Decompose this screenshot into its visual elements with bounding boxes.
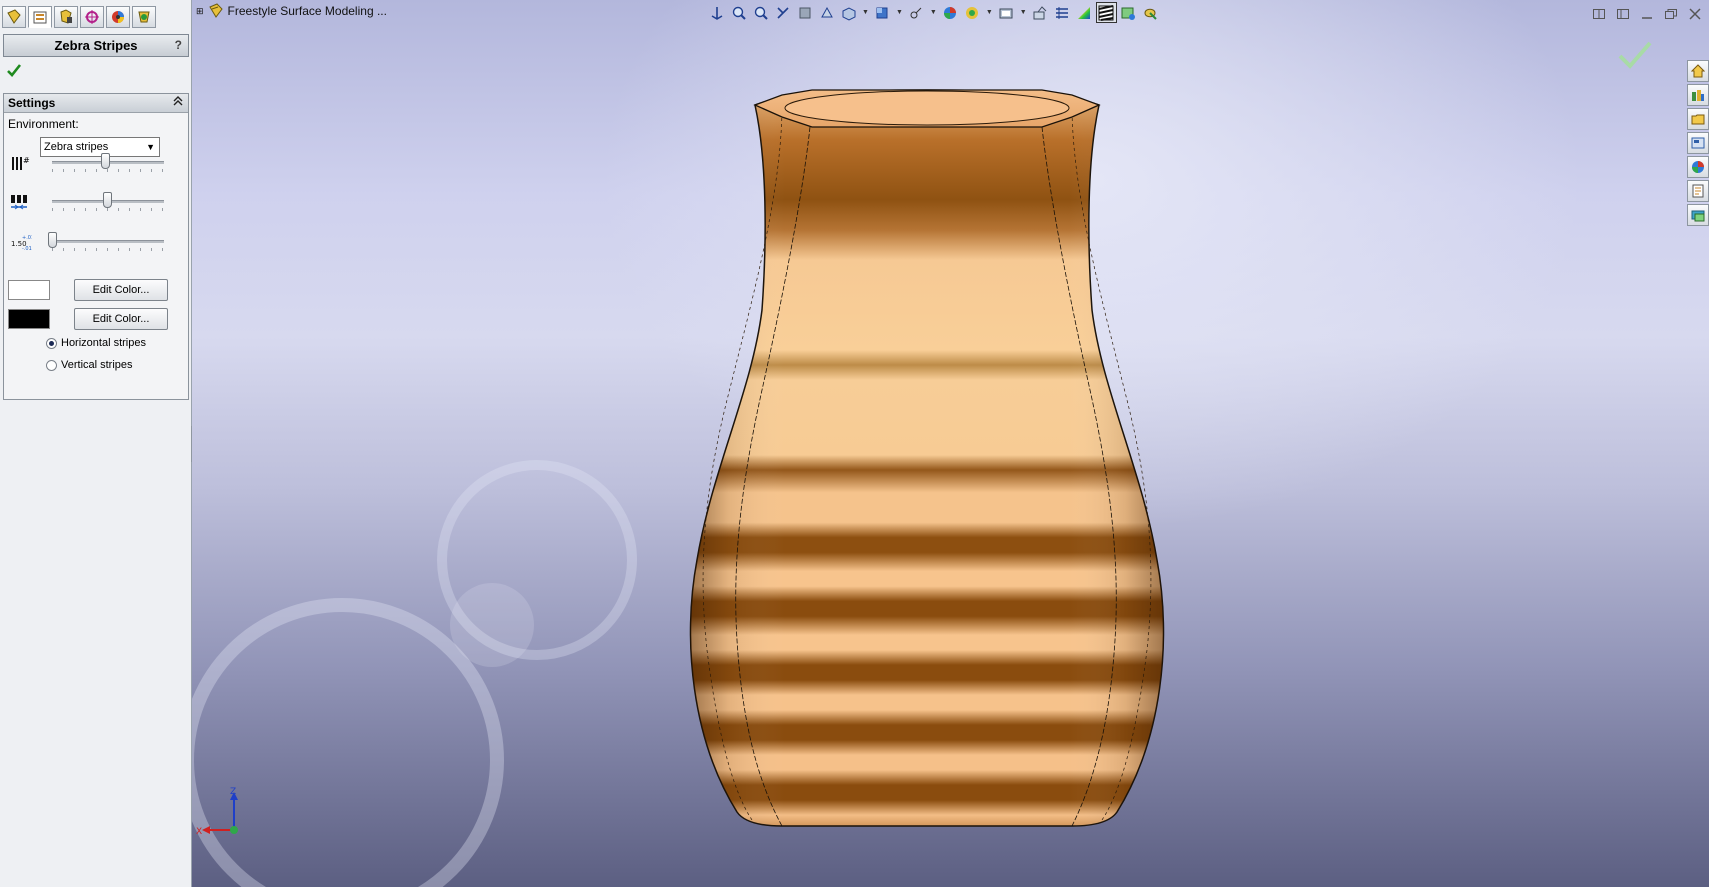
zoom-to-area-icon[interactable] (729, 3, 748, 22)
help-icon[interactable]: ? (175, 35, 182, 56)
dimxpert-manager-tab[interactable] (80, 6, 104, 28)
edit-color-button-1[interactable]: Edit Color... (74, 279, 168, 301)
cam-icon (138, 11, 150, 23)
settings-header-label: Settings (8, 96, 56, 110)
vertical-stripes-label: Vertical stripes (61, 359, 133, 371)
confirm-check-icon (1618, 41, 1652, 69)
dynamic-annotation-icon[interactable] (773, 3, 792, 22)
view-orientation-icon[interactable] (817, 3, 836, 22)
tile-left-icon[interactable] (1591, 6, 1607, 22)
render-tools-icon[interactable] (1119, 3, 1138, 22)
part-icon (208, 3, 223, 18)
vertical-stripes-option[interactable]: Vertical stripes (46, 357, 133, 373)
stripe-color-swatch-white (8, 280, 50, 300)
stripe-width-icon (11, 195, 27, 210)
settings-group-header[interactable]: Settings (4, 94, 188, 113)
close-icon[interactable] (1687, 6, 1703, 22)
view-settings-icon[interactable] (963, 3, 982, 22)
file-explorer-icon[interactable] (1687, 108, 1709, 130)
design-library-icon[interactable] (1687, 84, 1709, 106)
vertical-stripes-radio[interactable] (46, 359, 57, 371)
dimxpert-icon (85, 10, 99, 24)
precision-icon: 1.50+.01-.01 (11, 235, 32, 252)
document-title-text: Freestyle Surface Modeling ... (227, 4, 387, 18)
minimize-icon[interactable] (1639, 6, 1655, 22)
green-check-icon (7, 64, 22, 77)
view-palette-icon[interactable] (1687, 132, 1709, 154)
edit-color-button-2[interactable]: Edit Color... (74, 308, 168, 330)
precision-slider-thumb[interactable] (48, 232, 57, 248)
confirmation-corner-ok[interactable] (1617, 40, 1653, 73)
manager-tab-strip (2, 6, 156, 28)
feature-manager-tab[interactable] (2, 6, 26, 28)
solidworks-resources-icon[interactable] (1687, 60, 1709, 82)
rotate-view-icon[interactable] (997, 3, 1016, 22)
expand-tree-icon[interactable]: ⊞ (196, 6, 204, 17)
stripe-width-slider-thumb[interactable] (102, 192, 112, 208)
x-axis-label: X (196, 827, 202, 837)
stripe-color-swatch-black (8, 309, 50, 329)
reference-triad: Z X (196, 787, 238, 837)
display-style-icon[interactable] (839, 3, 858, 22)
vase-model[interactable] (192, 0, 1709, 887)
pan-icon[interactable] (1031, 3, 1050, 22)
horizontal-stripes-radio[interactable] (46, 337, 57, 349)
hide-show-items-icon[interactable] (873, 3, 892, 22)
heads-up-view-toolbar: ▼ ▼ ▼ ▼ ▼ (707, 2, 1160, 23)
appearances-icon[interactable] (1687, 156, 1709, 178)
stripe-count-slider-thumb[interactable] (100, 153, 110, 169)
tile-right-icon[interactable] (1615, 6, 1631, 22)
svg-text:-.01: -.01 (22, 246, 32, 252)
ok-button[interactable] (6, 62, 22, 81)
window-controls (1591, 6, 1703, 22)
curvature-icon[interactable] (1053, 3, 1072, 22)
section-view-icon[interactable] (795, 3, 814, 22)
collapse-chevron-icon[interactable] (173, 94, 183, 113)
custom-properties-icon[interactable] (1687, 180, 1709, 202)
color-spectrum-icon[interactable] (1075, 3, 1094, 22)
settings-group: Settings Environment: Zebra stripes ▼ # … (3, 93, 189, 400)
forum-icon[interactable] (1687, 204, 1709, 226)
number-of-stripes-icon: # (12, 156, 30, 170)
svg-text:+.01: +.01 (22, 235, 32, 241)
horizontal-stripes-option[interactable]: Horizontal stripes (46, 335, 146, 351)
precision-slider-row: 1.50+.01-.01 (8, 230, 184, 254)
environment-label: Environment: (8, 117, 79, 131)
z-axis-label: Z (230, 787, 236, 797)
stripe-count-slider-row: # (8, 151, 184, 175)
apply-scene-icon[interactable] (941, 3, 960, 22)
stripe-width-slider-row (8, 190, 184, 214)
property-manager-title: Zebra Stripes ? (3, 34, 189, 57)
task-pane-tabs (1687, 60, 1709, 226)
feature-tree-icon (7, 9, 21, 24)
display-manager-tab[interactable] (106, 6, 130, 28)
configuration-manager-tab[interactable] (54, 6, 78, 28)
zoom-to-fit-icon[interactable] (707, 3, 726, 22)
property-manager-panel: Zebra Stripes ? Settings Environment: Ze… (0, 0, 192, 887)
zebra-stripes-title: Zebra Stripes (54, 38, 138, 53)
graphics-viewport[interactable]: ⊞ Freestyle Surface Modeling ... ▼ ▼ ▼ ▼… (192, 0, 1709, 887)
document-title[interactable]: ⊞ Freestyle Surface Modeling ... (196, 3, 387, 19)
property-icon (33, 11, 47, 24)
configuration-icon (60, 9, 72, 24)
zebra-stripes-icon[interactable] (1095, 2, 1117, 23)
previous-view-icon[interactable] (751, 3, 770, 22)
horizontal-stripes-label: Horizontal stripes (61, 337, 146, 349)
ambient-occlusion-icon[interactable] (1141, 3, 1160, 22)
property-manager-tab[interactable] (28, 6, 52, 28)
cam-manager-tab[interactable] (132, 6, 156, 28)
restore-icon[interactable] (1663, 6, 1679, 22)
edit-appearance-icon[interactable] (907, 3, 926, 22)
svg-text:#: # (23, 156, 30, 165)
display-manager-icon (112, 11, 124, 23)
